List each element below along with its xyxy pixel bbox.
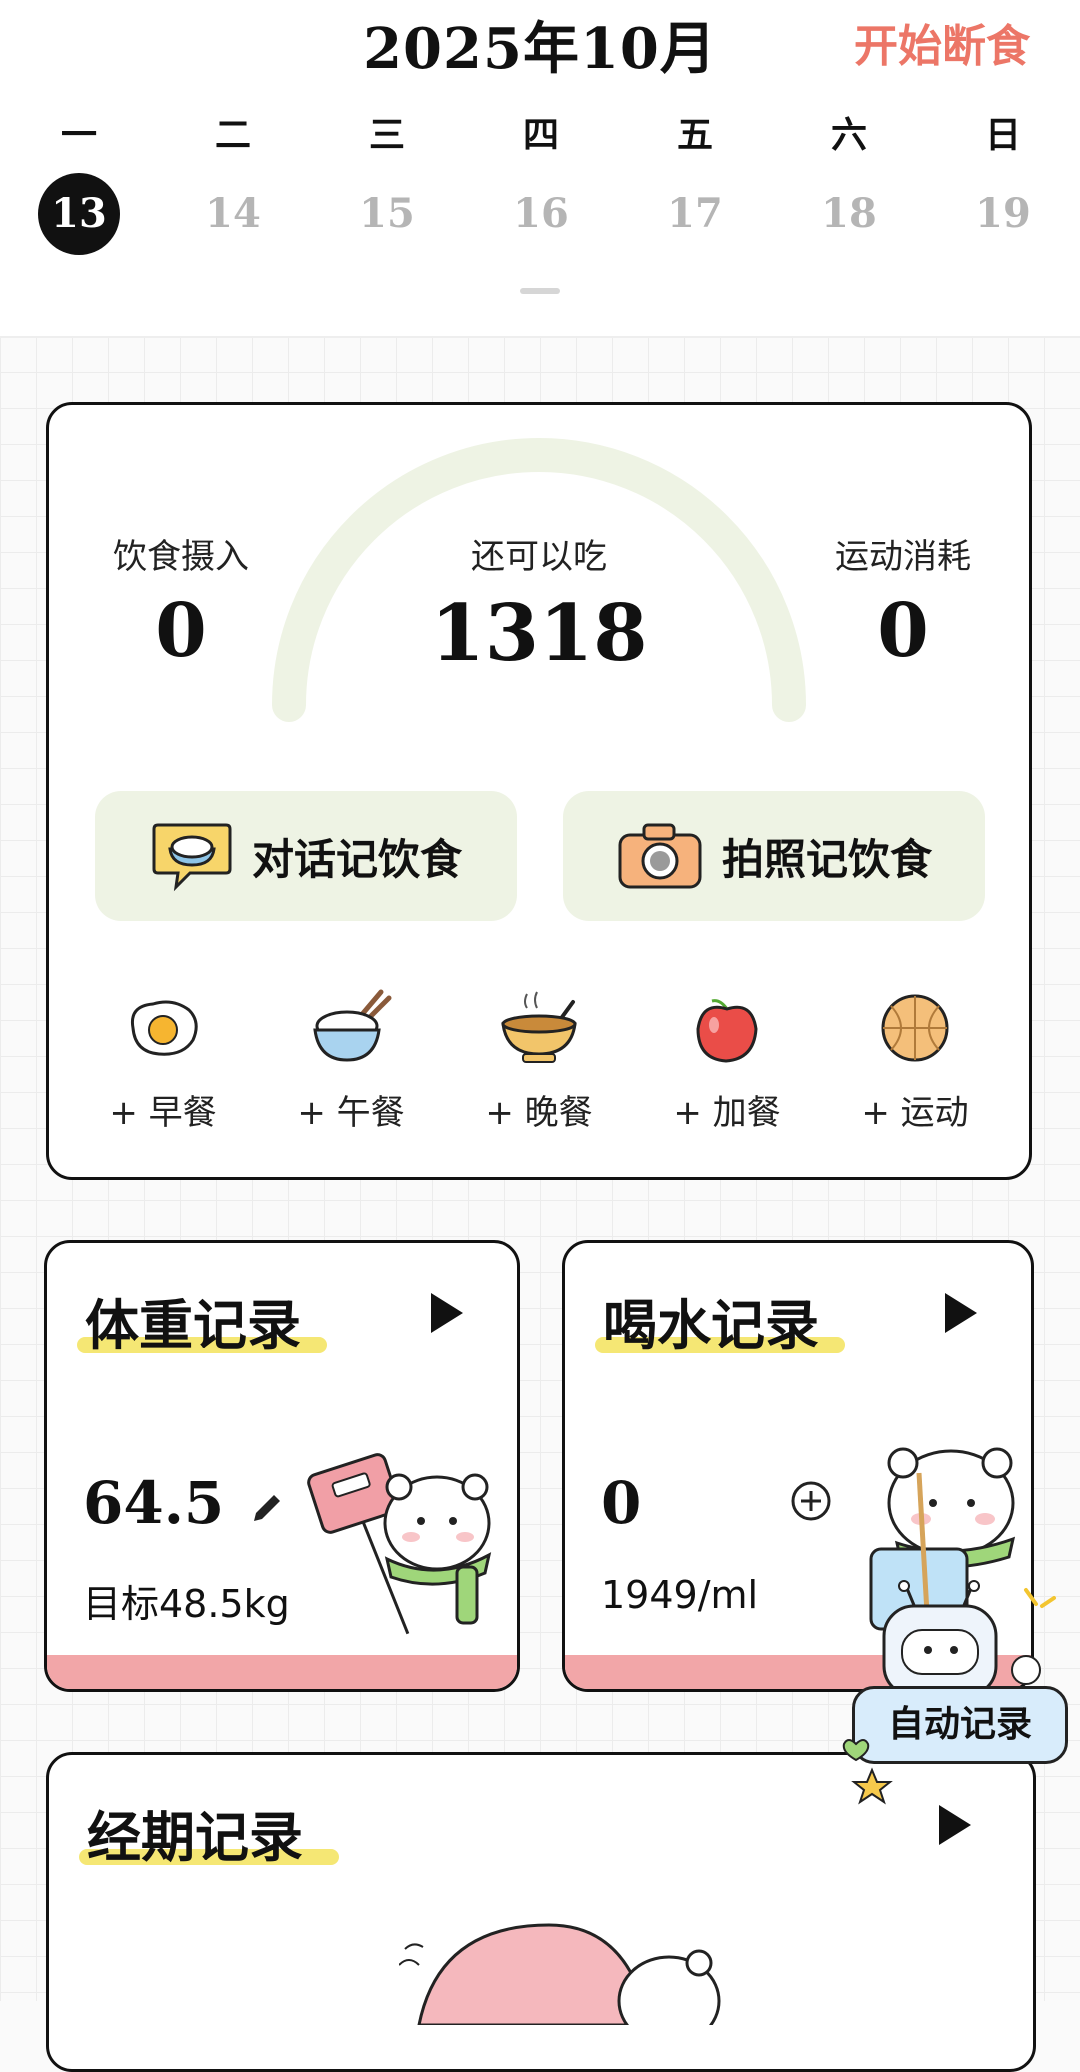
exercise-label: + 运动	[861, 1093, 969, 1133]
add-water-icon[interactable]	[789, 1479, 833, 1523]
weight-card-footer	[47, 1655, 517, 1689]
remaining-label: 还可以吃	[471, 537, 607, 577]
weekday-label: 五	[676, 114, 713, 156]
snack-label: + 加餐	[673, 1093, 781, 1133]
star-heart-decoration-icon	[842, 1739, 893, 1805]
water-goal: 1949/ml	[601, 1573, 759, 1617]
chat-log-label: 对话记饮食	[251, 834, 462, 884]
burn-label: 运动消耗	[835, 537, 971, 577]
weight-target: 目标48.5kg	[83, 1582, 290, 1626]
weight-value: 64.5	[83, 1469, 284, 1537]
weekday-label: 四	[522, 114, 559, 156]
period-open-arrow-icon[interactable]	[939, 1805, 971, 1845]
date-item[interactable]: 15	[310, 172, 464, 256]
add-breakfast-button[interactable]: + 早餐	[73, 983, 253, 1134]
date-selected[interactable]: 13	[2, 172, 156, 256]
add-dinner-button[interactable]: + 晚餐	[449, 983, 629, 1134]
add-snack-button[interactable]: + 加餐	[637, 983, 817, 1134]
water-value: 0	[601, 1469, 642, 1537]
robot-bear-mascot	[882, 1580, 1056, 1698]
lunch-label: + 午餐	[297, 1093, 405, 1133]
chat-rice-icon	[152, 823, 232, 892]
water-open-arrow-icon[interactable]	[945, 1293, 977, 1333]
intake-stat: 饮食摄入 0	[91, 529, 271, 674]
sleeping-bear-illustration	[399, 1923, 721, 2025]
weekday-label: 六	[830, 114, 867, 156]
weekday-label: 日	[984, 114, 1021, 156]
remaining-value: 1318	[430, 588, 648, 679]
date-item[interactable]: 14	[156, 172, 310, 256]
camera-icon	[618, 823, 702, 889]
photo-log-label: 拍照记饮食	[721, 834, 932, 884]
burn-value: 0	[877, 588, 929, 674]
period-card-title: 经期记录	[87, 1805, 303, 1869]
apple-icon	[696, 999, 758, 1063]
start-fasting-button[interactable]: 开始断食	[854, 10, 1030, 74]
pencil-edit-icon[interactable]	[250, 1491, 284, 1525]
weight-number: 64.5	[83, 1469, 225, 1537]
expand-handle[interactable]	[520, 288, 560, 294]
rice-bowl-icon	[313, 989, 392, 1062]
fried-egg-icon	[130, 1000, 198, 1056]
soup-bowl-icon	[501, 991, 577, 1063]
date-item[interactable]: 19	[926, 172, 1080, 256]
weight-open-arrow-icon[interactable]	[431, 1293, 463, 1333]
weight-record-card[interactable]: 体重记录 64.5 目标48.5kg	[44, 1240, 520, 1692]
chat-log-food-button[interactable]: 对话记饮食	[95, 791, 517, 921]
dinner-label: + 晚餐	[485, 1093, 593, 1133]
add-lunch-button[interactable]: + 午餐	[261, 983, 441, 1134]
weekday-label: 三	[368, 114, 405, 156]
weekday-label: 二	[214, 114, 251, 156]
photo-log-food-button[interactable]: 拍照记饮食	[563, 791, 985, 921]
water-card-title: 喝水记录	[603, 1293, 819, 1357]
meal-shortcuts: + 早餐 + 午餐 + 晚餐 + 加餐 + 运动	[49, 983, 1029, 1134]
intake-label: 饮食摄入	[113, 537, 249, 577]
intake-value: 0	[155, 588, 207, 674]
date-item[interactable]: 18	[772, 172, 926, 256]
date-item[interactable]: 17	[618, 172, 772, 256]
breakfast-label: + 早餐	[109, 1093, 217, 1133]
date-row: 13 14 15 16 17 18 19	[0, 172, 1080, 256]
weekday-label: 一	[60, 114, 97, 156]
weekday-row: 一 二 三 四 五 六 日	[0, 106, 1080, 158]
burn-stat: 运动消耗 0	[813, 529, 993, 674]
remaining-stat: 还可以吃 1318	[409, 529, 669, 679]
calorie-summary-card: 饮食摄入 0 还可以吃 1318 运动消耗 0 对话记饮食 拍照记饮食 + 早餐…	[46, 402, 1032, 1180]
calendar-header: 2025年10月 开始断食 一 二 三 四 五 六 日 13 14 15 16 …	[0, 0, 1080, 338]
weight-card-title: 体重记录	[85, 1293, 301, 1357]
bear-with-scale-illustration	[307, 1453, 492, 1635]
add-exercise-button[interactable]: + 运动	[825, 983, 1005, 1134]
date-item[interactable]: 16	[464, 172, 618, 256]
basketball-icon	[881, 994, 949, 1062]
